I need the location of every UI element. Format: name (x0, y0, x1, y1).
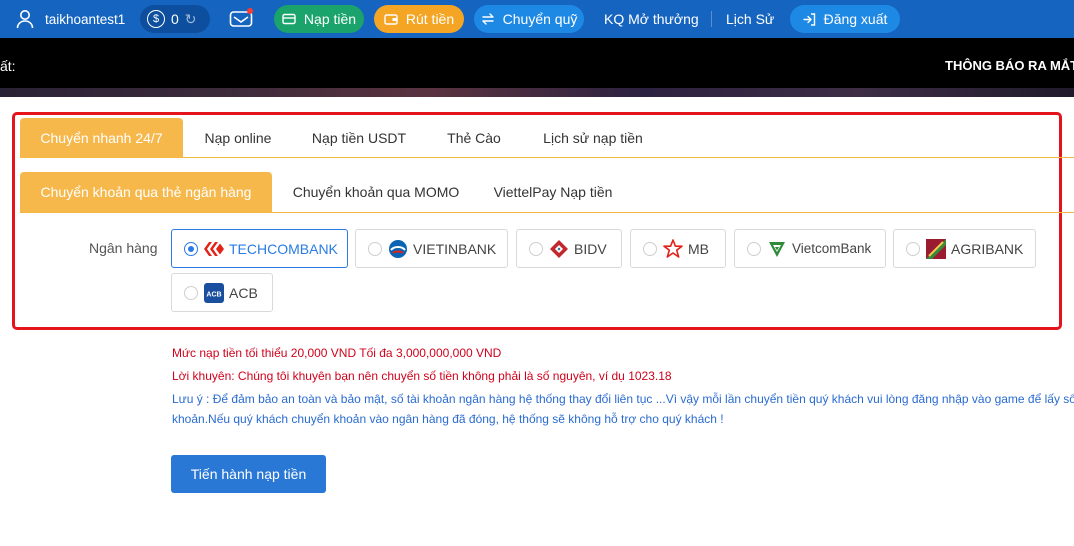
bank-option-bidv[interactable]: BIDV (516, 229, 622, 268)
submit-deposit-button[interactable]: Tiến hành nạp tiền (171, 455, 326, 493)
bank-name: ACB (229, 284, 258, 301)
tab-online[interactable]: Nạp online (190, 118, 286, 157)
agribank-logo-icon (926, 238, 946, 259)
bank-name: VIETINBANK (413, 240, 497, 257)
bank-name: TECHCOMBANK (229, 240, 338, 257)
balance-value: 0 (171, 11, 179, 27)
withdraw-label: Rút tiền (405, 11, 455, 27)
banner-strip (0, 88, 1074, 97)
transfer-type-tabs: Chuyển khoản qua thẻ ngân hàng Chuyển kh… (20, 172, 1074, 213)
bidv-logo-icon (549, 239, 569, 259)
tab-deposit-history[interactable]: Lịch sử nạp tiền (528, 118, 658, 157)
tab-card[interactable]: Thẻ Cào (434, 118, 514, 157)
deposit-method-tabs: Chuyển nhanh 24/7 Nạp online Nạp tiền US… (20, 118, 1074, 158)
bank-label: Ngân hàng (89, 240, 158, 256)
results-link[interactable]: KQ Mở thưởng (604, 0, 699, 38)
svg-text:ACB: ACB (206, 291, 221, 298)
username[interactable]: taikhoantest1 (45, 0, 125, 38)
vietinbank-logo-icon (388, 239, 408, 259)
coin-icon: $ (147, 10, 165, 28)
tab-fast-transfer[interactable]: Chuyển nhanh 24/7 (20, 118, 183, 157)
nav-divider (711, 11, 712, 27)
vietcombank-logo-icon (767, 239, 787, 259)
notification-dot (247, 8, 253, 14)
warning-note-line2: khoản.Nếu quý khách chuyển khoản vào ngâ… (172, 412, 724, 426)
techcombank-logo-icon (204, 239, 224, 259)
tab-viettelpay[interactable]: ViettelPay Nạp tiền (488, 172, 618, 212)
radio-unselected (184, 285, 198, 300)
radio-unselected (643, 241, 657, 256)
radio-unselected (747, 241, 761, 256)
history-link[interactable]: Lịch Sử (726, 0, 774, 38)
radio-selected (184, 241, 198, 256)
mb-star-logo-icon (663, 238, 683, 259)
announcement-marquee: ất: THÔNG BÁO RA MẮT (0, 38, 1074, 88)
bank-option-vietinbank[interactable]: VIETINBANK (355, 229, 508, 268)
logout-icon (802, 12, 816, 26)
marquee-right-text: THÔNG BÁO RA MẮT (945, 58, 1074, 73)
transfer-icon (481, 13, 495, 25)
deposit-button[interactable]: Nạp tiền (274, 5, 364, 33)
transfer-label: Chuyển quỹ (502, 11, 578, 27)
marquee-left-text: ất: (0, 58, 16, 74)
deposit-limit-note: Mức nạp tiền tối thiểu 20,000 VND Tối đa… (172, 346, 502, 360)
bank-name: AGRIBANK (951, 240, 1024, 257)
bank-option-techcombank[interactable]: TECHCOMBANK (171, 229, 348, 268)
warning-note-line1: Lưu ý : Để đảm bảo an toàn và bảo mật, s… (172, 392, 1074, 406)
acb-logo-icon: ACB (204, 282, 224, 303)
radio-unselected (368, 241, 382, 256)
logout-button[interactable]: Đăng xuất (790, 5, 900, 33)
radio-unselected (906, 241, 920, 256)
tab-usdt[interactable]: Nạp tiền USDT (300, 118, 418, 157)
bank-option-agribank[interactable]: AGRIBANK (893, 229, 1036, 268)
bank-name: VietcomBank (792, 241, 872, 256)
bank-name: MB (688, 240, 709, 257)
logout-label: Đăng xuất (823, 11, 888, 27)
withdraw-button[interactable]: Rút tiền (374, 5, 464, 33)
bank-name: BIDV (574, 240, 607, 257)
transfer-button[interactable]: Chuyển quỹ (474, 5, 584, 33)
mail-icon[interactable] (229, 0, 253, 38)
tab-bank-transfer[interactable]: Chuyển khoản qua thẻ ngân hàng (20, 172, 272, 212)
radio-unselected (529, 241, 543, 256)
balance-display: $ 0 ↻ (140, 5, 210, 33)
bank-option-acb[interactable]: ACB ACB (171, 273, 273, 312)
bank-option-vietcombank[interactable]: VietcomBank (734, 229, 886, 268)
refresh-icon[interactable]: ↻ (185, 11, 197, 28)
user-icon[interactable] (14, 0, 36, 38)
advice-note: Lời khuyên: Chúng tôi khuyên bạn nên chu… (172, 369, 672, 383)
wallet-icon (384, 13, 398, 25)
bank-option-mb[interactable]: MB (630, 229, 726, 268)
deposit-label: Nạp tiền (303, 11, 357, 27)
tab-momo-transfer[interactable]: Chuyển khoản qua MOMO (282, 172, 470, 212)
card-icon (282, 13, 296, 25)
top-navigation-bar: taikhoantest1 $ 0 ↻ Nạp tiền Rút tiền Ch… (0, 0, 1074, 38)
